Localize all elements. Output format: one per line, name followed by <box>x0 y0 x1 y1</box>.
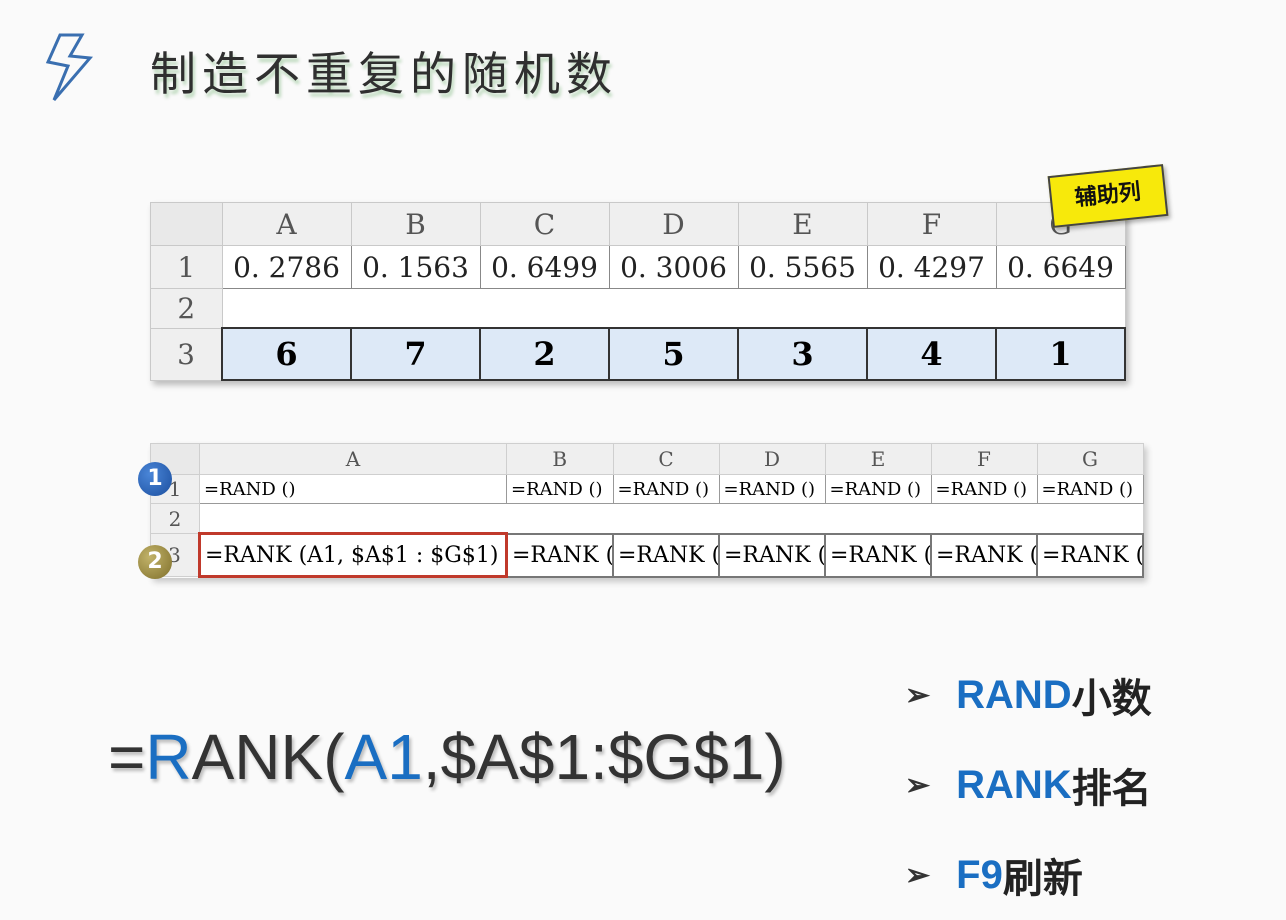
formula-cell[interactable]: =RANK (( <box>612 532 720 578</box>
formula-cell[interactable]: =RAND () <box>824 474 932 504</box>
column-header[interactable]: C <box>612 443 720 475</box>
column-header[interactable]: F <box>866 202 997 246</box>
column-header[interactable]: G <box>1036 443 1144 475</box>
formula-cell[interactable]: =RAND () <box>930 474 1038 504</box>
formula-r: R <box>145 721 192 793</box>
cell[interactable]: 0. 3006 <box>608 245 739 289</box>
bullet-keyword: F9 <box>956 852 1003 897</box>
arrow-right-icon: ➢ <box>905 858 931 892</box>
lightning-bolt-icon <box>45 33 94 101</box>
formula-cell[interactable]: =RAND () <box>612 474 720 504</box>
cell[interactable]: 0. 2786 <box>221 245 352 289</box>
bullet-item: ➢ F9 刷新 <box>905 830 1152 920</box>
column-header[interactable]: E <box>824 443 932 475</box>
formula-rest: ,$A$1:$G$1) <box>422 721 786 793</box>
row-header[interactable]: 3 <box>150 327 223 381</box>
formula-cell[interactable]: =RANK (I <box>505 532 614 578</box>
bullet-text: 刷新 <box>1002 857 1083 901</box>
column-header[interactable]: E <box>737 202 868 246</box>
selected-formula-cell[interactable]: =RANK (A1, $A$1 : $G$1) <box>198 532 508 578</box>
formula-cell[interactable]: =RANK (I <box>930 532 1038 578</box>
formula-cell[interactable]: =RAND () <box>1036 474 1144 504</box>
cell[interactable]: 0. 6649 <box>995 245 1126 289</box>
column-header[interactable]: A <box>199 443 507 475</box>
formula-cell[interactable]: =RAND () <box>506 474 614 504</box>
table-row: 2 <box>150 288 1126 329</box>
rank-formula: =RANK(A1,$A$1:$G$1) <box>108 720 786 794</box>
rank-cell[interactable]: 5 <box>608 327 739 381</box>
column-header[interactable]: A <box>221 202 352 246</box>
formula-cell[interactable]: =RAND () <box>718 474 826 504</box>
bullet-item: ➢ RAND 小数 <box>905 650 1152 740</box>
formula-a1: A1 <box>344 721 423 793</box>
cell[interactable]: 0. 4297 <box>866 245 997 289</box>
table-row: 2 <box>150 503 1144 534</box>
rank-cell[interactable]: 7 <box>350 327 481 381</box>
arrow-right-icon: ➢ <box>905 678 931 712</box>
column-header[interactable]: D <box>608 202 739 246</box>
rank-cell[interactable]: 2 <box>479 327 610 381</box>
table-row: 3 =RANK (A1, $A$1 : $G$1) =RANK (I =RANK… <box>150 532 1144 578</box>
formula-ank: ANK( <box>191 721 345 793</box>
bullet-item: ➢ RANK 排名 <box>905 740 1152 830</box>
formula-table: A B C D E F G 1 =RAND () =RAND () =RAND … <box>150 443 1144 578</box>
column-header[interactable]: D <box>718 443 826 475</box>
formula-cell[interactable]: =RANK (( <box>1036 532 1144 578</box>
formula-cell[interactable]: =RAND () <box>199 474 507 504</box>
page-title: 制造不重复的随机数 <box>150 47 618 101</box>
cell[interactable]: 0. 6499 <box>479 245 610 289</box>
bullet-text: 排名 <box>1071 767 1152 811</box>
rank-cell[interactable]: 4 <box>866 327 997 381</box>
rank-cell[interactable]: 3 <box>737 327 868 381</box>
bullet-list: ➢ RAND 小数 ➢ RANK 排名 ➢ F9 刷新 <box>905 650 1152 920</box>
empty-row[interactable] <box>199 503 1144 534</box>
table-row: 1 0. 2786 0. 1563 0. 6499 0. 3006 0. 556… <box>150 245 1126 289</box>
cell[interactable]: 0. 1563 <box>350 245 481 289</box>
cell[interactable]: 0. 5565 <box>737 245 868 289</box>
column-header[interactable]: C <box>479 202 610 246</box>
formula-eq: = <box>108 721 146 793</box>
bullet-keyword: RANK <box>956 762 1072 807</box>
bullet-keyword: RAND <box>956 672 1072 717</box>
table-row: 3 6 7 2 5 3 4 1 <box>150 327 1126 381</box>
formula-cell[interactable]: =RANK (I <box>824 532 932 578</box>
row-header[interactable]: 2 <box>150 288 223 329</box>
table-corner[interactable] <box>150 202 223 246</box>
row-header[interactable]: 1 <box>150 245 223 289</box>
arrow-right-icon: ➢ <box>905 768 931 802</box>
column-header[interactable]: F <box>930 443 1038 475</box>
row-header[interactable]: 2 <box>150 503 200 534</box>
formula-cell[interactable]: =RANK (I <box>718 532 826 578</box>
rank-cell[interactable]: 6 <box>221 327 352 381</box>
result-table: A B C D E F G 1 0. 2786 0. 1563 0. 6499 … <box>150 202 1126 381</box>
table-row: 1 =RAND () =RAND () =RAND () =RAND () =R… <box>150 474 1144 504</box>
empty-row[interactable] <box>221 288 1126 329</box>
step-badge-1: 1 <box>138 462 172 496</box>
helper-column-note: 辅助列 <box>1047 164 1169 228</box>
step-badge-2: 2 <box>138 545 172 579</box>
column-header[interactable]: B <box>350 202 481 246</box>
rank-cell[interactable]: 1 <box>995 327 1126 381</box>
column-header[interactable]: B <box>506 443 614 475</box>
bullet-text: 小数 <box>1071 677 1152 721</box>
